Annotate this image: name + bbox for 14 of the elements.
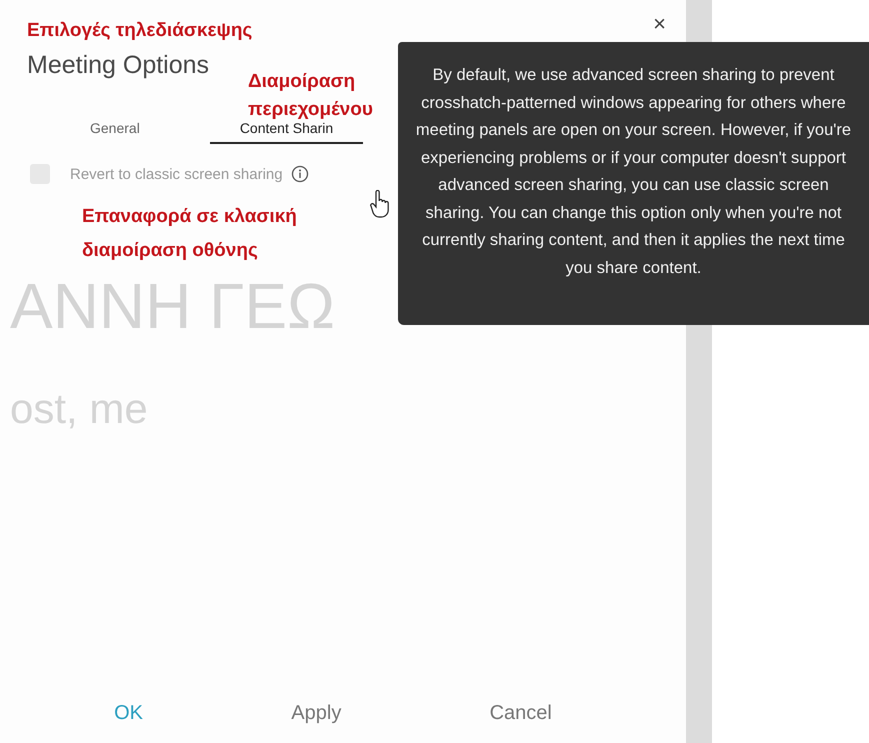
dialog-button[interactable]: Cancel	[480, 698, 562, 729]
dialog-button[interactable]: Apply	[281, 698, 352, 729]
option-label: Revert to classic screen sharing	[70, 166, 283, 182]
info-icon[interactable]	[290, 165, 309, 183]
tab[interactable]: General	[60, 120, 170, 144]
tab[interactable]: Content Sharin	[210, 120, 364, 144]
dialog-title: Meeting Options	[27, 50, 210, 80]
annotation-text: Επαναφορά σε κλασική διαμοίραση οθόνης	[82, 205, 298, 263]
dialog-button[interactable]: OK	[104, 698, 154, 729]
annotation-text: Διαμοίραση περιεχομένου	[248, 70, 374, 122]
hand-cursor-icon	[370, 190, 392, 218]
close-button[interactable]: ×	[649, 12, 670, 36]
annotation-text: Επιλογές τηλεδιάσκεψης	[27, 19, 254, 43]
tooltip: By default, we use advanced screen sharing to prevent crosshatch-patterned windows appearing for others where meeting panels are open on your screen. However, if you're experiencing problems or if your computer doesn't support advanced screen sharing, you can use classic screen sharing. You can change this option only when you're not currently sharing content, and then it applies the next time you share content.	[398, 42, 869, 325]
